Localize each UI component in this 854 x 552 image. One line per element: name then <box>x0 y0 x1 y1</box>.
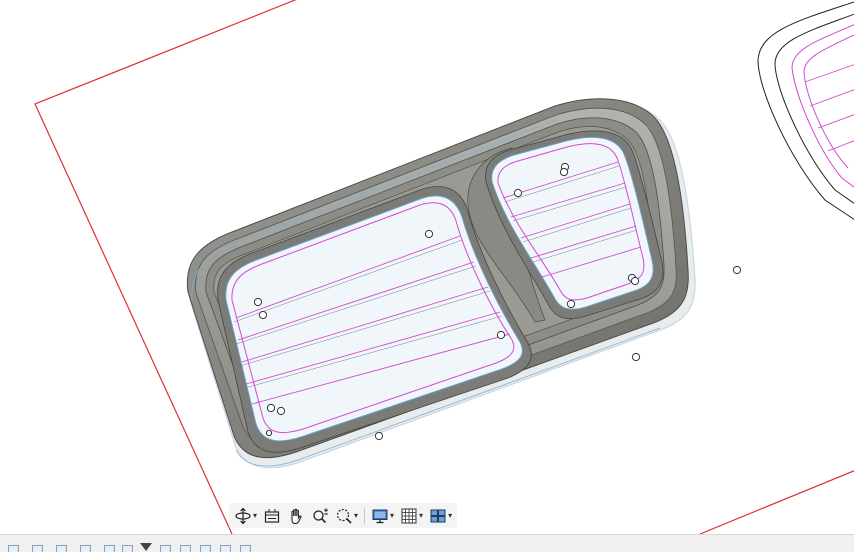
viewports-button[interactable]: ▾ <box>427 505 454 527</box>
monitor-icon <box>372 509 388 523</box>
grid-snaps-button[interactable]: ▾ <box>398 505 425 527</box>
chevron-down-icon: ▾ <box>253 510 258 520</box>
adjacent-part-outline <box>757 1 854 220</box>
zoom-window-icon <box>336 508 352 524</box>
model-canvas <box>34 0 854 534</box>
display-settings-button[interactable]: ▾ <box>369 505 396 527</box>
chevron-down-icon: ▾ <box>390 510 395 520</box>
grid-icon <box>401 508 417 523</box>
viewports-icon <box>430 509 446 522</box>
look-at-button[interactable] <box>261 505 283 527</box>
timeline-bar[interactable] <box>0 534 854 552</box>
look-at-icon <box>264 508 280 523</box>
graphics-viewport[interactable] <box>0 0 854 534</box>
fit-button[interactable]: ▾ <box>333 505 360 527</box>
toolbar-separator <box>364 507 366 524</box>
orbit-button[interactable]: ▾ <box>232 505 259 527</box>
zoom-icon <box>313 507 329 523</box>
orbit-icon <box>235 507 251 524</box>
chevron-down-icon: ▾ <box>448 510 453 520</box>
chevron-down-icon: ▾ <box>354 510 359 520</box>
timeline-marker[interactable] <box>140 543 152 551</box>
chevron-down-icon: ▾ <box>419 510 424 520</box>
sketch-plane-edge <box>699 470 854 534</box>
pan-button[interactable] <box>285 505 307 527</box>
navigation-toolbar: ▾ ▾ ▾ ▾ ▾ <box>229 503 458 528</box>
hand-icon <box>291 508 302 524</box>
zoom-button[interactable] <box>309 505 331 527</box>
